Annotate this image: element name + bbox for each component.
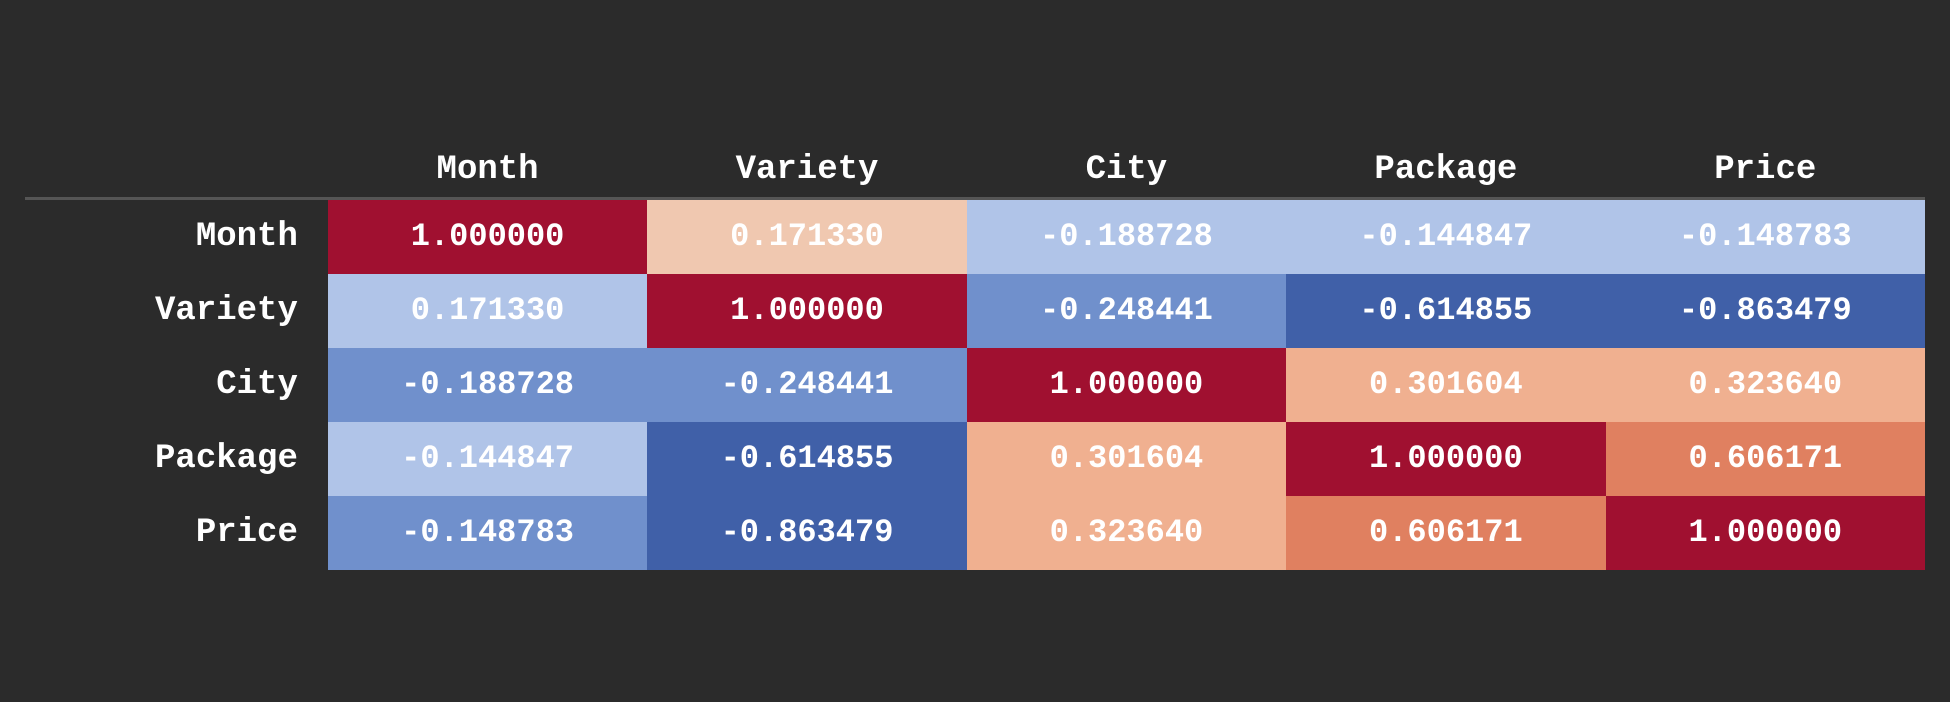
cell-r3-c3: 1.000000 bbox=[1286, 422, 1605, 496]
header-price: Price bbox=[1606, 133, 1925, 199]
cell-r3-c0: -0.144847 bbox=[328, 422, 647, 496]
row-label-city: City bbox=[25, 348, 328, 422]
header-variety: Variety bbox=[647, 133, 966, 199]
cell-r0-c2: -0.188728 bbox=[967, 198, 1286, 274]
row-label-variety: Variety bbox=[25, 274, 328, 348]
cell-r3-c2: 0.301604 bbox=[967, 422, 1286, 496]
cell-r1-c0: 0.171330 bbox=[328, 274, 647, 348]
cell-r2-c2: 1.000000 bbox=[967, 348, 1286, 422]
cell-r1-c4: -0.863479 bbox=[1606, 274, 1925, 348]
cell-r4-c2: 0.323640 bbox=[967, 496, 1286, 570]
cell-r4-c1: -0.863479 bbox=[647, 496, 966, 570]
cell-r2-c0: -0.188728 bbox=[328, 348, 647, 422]
table-row: Price-0.148783-0.8634790.3236400.6061711… bbox=[25, 496, 1925, 570]
cell-r2-c4: 0.323640 bbox=[1606, 348, 1925, 422]
cell-r4-c0: -0.148783 bbox=[328, 496, 647, 570]
row-label-package: Package bbox=[25, 422, 328, 496]
cell-r1-c3: -0.614855 bbox=[1286, 274, 1605, 348]
table-row: Package-0.144847-0.6148550.3016041.00000… bbox=[25, 422, 1925, 496]
row-label-price: Price bbox=[25, 496, 328, 570]
table-row: Variety0.1713301.000000-0.248441-0.61485… bbox=[25, 274, 1925, 348]
header-row: Month Variety City Package Price bbox=[25, 133, 1925, 199]
table-row: City-0.188728-0.2484411.0000000.3016040.… bbox=[25, 348, 1925, 422]
cell-r4-c3: 0.606171 bbox=[1286, 496, 1605, 570]
cell-r3-c1: -0.614855 bbox=[647, 422, 966, 496]
cell-r2-c3: 0.301604 bbox=[1286, 348, 1605, 422]
header-city: City bbox=[967, 133, 1286, 199]
row-label-month: Month bbox=[25, 198, 328, 274]
cell-r0-c4: -0.148783 bbox=[1606, 198, 1925, 274]
cell-r4-c4: 1.000000 bbox=[1606, 496, 1925, 570]
cell-r0-c3: -0.144847 bbox=[1286, 198, 1605, 274]
table-row: Month1.0000000.171330-0.188728-0.144847-… bbox=[25, 198, 1925, 274]
header-package: Package bbox=[1286, 133, 1605, 199]
cell-r3-c4: 0.606171 bbox=[1606, 422, 1925, 496]
cell-r1-c2: -0.248441 bbox=[967, 274, 1286, 348]
correlation-matrix: Month Variety City Package Price Month1.… bbox=[25, 133, 1925, 570]
cell-r0-c1: 0.171330 bbox=[647, 198, 966, 274]
header-month: Month bbox=[328, 133, 647, 199]
cell-r2-c1: -0.248441 bbox=[647, 348, 966, 422]
cell-r0-c0: 1.000000 bbox=[328, 198, 647, 274]
cell-r1-c1: 1.000000 bbox=[647, 274, 966, 348]
header-empty bbox=[25, 133, 328, 199]
